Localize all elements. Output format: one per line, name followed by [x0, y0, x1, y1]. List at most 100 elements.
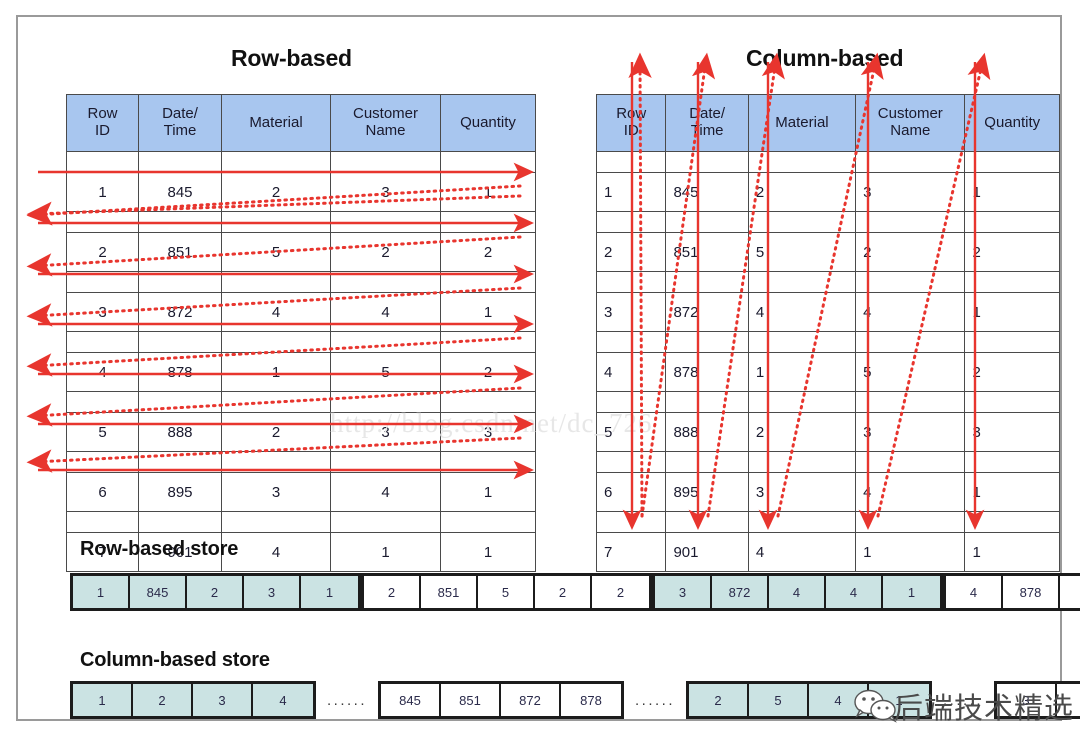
- spacer-cell: [138, 511, 222, 533]
- table-cell: 1: [221, 352, 331, 392]
- store-separator: ......: [624, 681, 686, 719]
- table-cell: 4: [747, 292, 857, 332]
- store-cell: 845: [381, 684, 441, 716]
- spacer-cell: [138, 151, 222, 173]
- spacer-cell: [440, 511, 536, 533]
- spacer-cell: [665, 511, 749, 533]
- spacer-cell: [66, 211, 139, 233]
- spacer-cell: [665, 271, 749, 293]
- table-cell: 4: [747, 532, 857, 572]
- table-row: 4 878 1 5 2: [595, 352, 1060, 392]
- table-spacer-row: [595, 511, 1060, 533]
- store-cell: 2: [689, 684, 749, 716]
- store-block: 4878152: [943, 573, 1080, 611]
- store-cell: 4: [946, 576, 1003, 608]
- table-cell: 888: [138, 412, 222, 452]
- spacer-cell: [665, 451, 749, 473]
- table-cell: 2: [221, 172, 331, 212]
- table-spacer-row: [66, 271, 536, 293]
- table-header-row: Row ID Date/Time Material Customer Name Quanti…: [595, 94, 1060, 152]
- table-cell: 1: [66, 172, 139, 212]
- table-spacer-row: [66, 511, 536, 533]
- table-cell: 3: [964, 412, 1060, 452]
- column-header-3: Customer Name: [330, 94, 441, 152]
- spacer-cell: [747, 211, 857, 233]
- column-header-2: Material: [747, 94, 857, 152]
- table-cell: 1: [440, 472, 536, 512]
- column-header-2: Material: [221, 94, 331, 152]
- table-cell: 4: [221, 292, 331, 332]
- store-cell: 5: [478, 576, 535, 608]
- spacer-cell: [747, 331, 857, 353]
- store-cell: 1: [301, 576, 358, 608]
- table-cell: 878: [665, 352, 749, 392]
- table-row: 4 878 1 5 2: [66, 352, 536, 392]
- table-spacer-row: [66, 211, 536, 233]
- spacer-cell: [221, 511, 331, 533]
- table-cell: 1: [440, 532, 536, 572]
- column-header-3: Customer Name: [855, 94, 966, 152]
- spacer-cell: [221, 151, 331, 173]
- spacer-cell: [221, 451, 331, 473]
- table-cell: 5: [747, 232, 857, 272]
- store-block: 845 851 872 878: [378, 681, 624, 719]
- table-cell: 1: [855, 532, 966, 572]
- store-block: 1 845 2 3 1: [70, 573, 361, 611]
- table-cell: 2: [747, 412, 857, 452]
- store-cell: 5: [749, 684, 809, 716]
- store-cell: 851: [421, 576, 478, 608]
- table-row: 1 845 2 3 1: [66, 172, 536, 212]
- table-cell: 2: [855, 232, 966, 272]
- spacer-cell: [595, 211, 667, 233]
- store-cell: 878: [561, 684, 621, 716]
- table-cell: 4: [855, 292, 966, 332]
- table-cell: 872: [138, 292, 222, 332]
- spacer-cell: [138, 451, 222, 473]
- table-spacer-row: [595, 211, 1060, 233]
- table-row: 2 851 5 2 2: [66, 232, 536, 272]
- table-cell: 851: [138, 232, 222, 272]
- table-cell: 1: [440, 292, 536, 332]
- table-cell: 4: [330, 472, 441, 512]
- table-spacer-row: [66, 151, 536, 173]
- table-row: 3 872 4 4 1: [595, 292, 1060, 332]
- table-cell: 3: [747, 472, 857, 512]
- spacer-cell: [440, 271, 536, 293]
- spacer-cell: [221, 391, 331, 413]
- table-cell: 7: [595, 532, 667, 572]
- table-spacer-row: [66, 451, 536, 473]
- table-cell: 1: [747, 352, 857, 392]
- spacer-cell: [66, 151, 139, 173]
- spacer-cell: [330, 211, 441, 233]
- table-cell: 3: [855, 412, 966, 452]
- spacer-cell: [330, 451, 441, 473]
- spacer-cell: [138, 391, 222, 413]
- row-based-title: Row-based: [231, 45, 352, 71]
- spacer-cell: [440, 331, 536, 353]
- table-cell: 901: [665, 532, 749, 572]
- spacer-cell: [855, 331, 966, 353]
- table-spacer-row: [66, 331, 536, 353]
- separator-dots: ......: [326, 691, 367, 709]
- spacer-cell: [665, 211, 749, 233]
- table-cell: 2: [440, 232, 536, 272]
- table-cell: 4: [595, 352, 667, 392]
- spacer-cell: [665, 331, 749, 353]
- row-based-table: Row ID Date/Time Material Customer Name Quanti…: [66, 94, 536, 572]
- spacer-cell: [66, 271, 139, 293]
- table-row: 6 895 3 4 1: [66, 472, 536, 512]
- spacer-cell: [747, 271, 857, 293]
- spacer-cell: [66, 331, 139, 353]
- table-spacer-row: [595, 151, 1060, 173]
- store-block: 3 872 4 4 1: [652, 573, 943, 611]
- column-header-4: Quantity: [440, 94, 536, 152]
- table-cell: 5: [855, 352, 966, 392]
- store-cell: 1: [883, 576, 940, 608]
- store-cell: 4: [826, 576, 883, 608]
- store-block: 1234: [70, 681, 316, 719]
- table-spacer-row: [595, 451, 1060, 473]
- spacer-cell: [747, 391, 857, 413]
- table-cell: 5: [221, 232, 331, 272]
- table-cell: 1: [964, 292, 1060, 332]
- spacer-cell: [964, 511, 1060, 533]
